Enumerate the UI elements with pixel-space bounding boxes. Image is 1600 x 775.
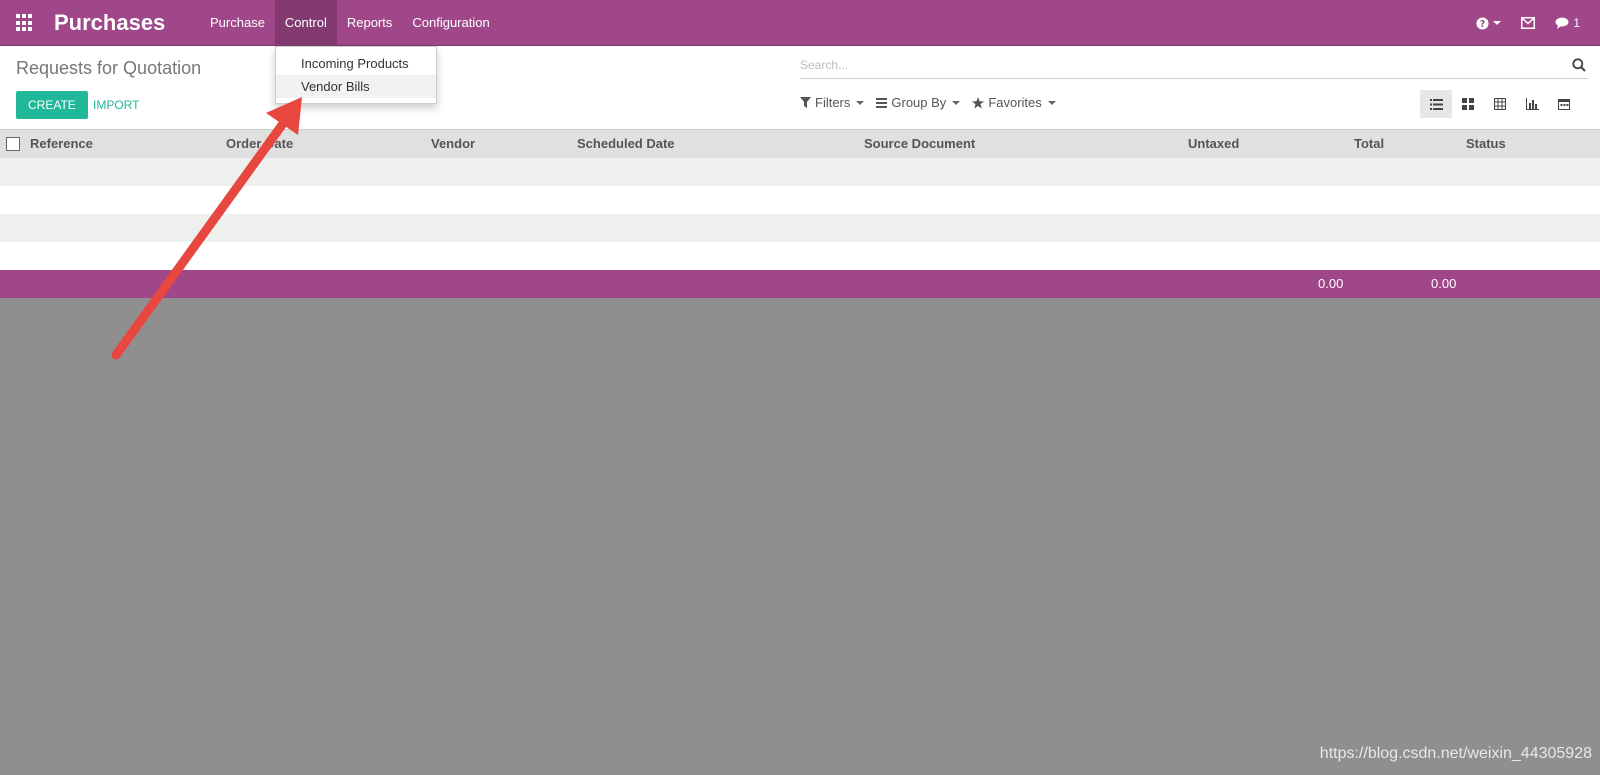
table-row <box>0 242 1600 270</box>
chevron-down-icon <box>952 100 961 105</box>
search-icon[interactable] <box>1572 58 1586 72</box>
column-header[interactable]: Source Document <box>864 130 975 158</box>
control-dropdown-menu: Incoming Products Vendor Bills <box>275 46 437 104</box>
calendar-view-button[interactable] <box>1548 90 1580 118</box>
table-row <box>0 214 1600 242</box>
comment-icon <box>1555 17 1569 29</box>
pivot-view-button[interactable] <box>1484 90 1516 118</box>
search-input[interactable] <box>800 54 1540 76</box>
menu-item-vendor-bills[interactable]: Vendor Bills <box>276 75 436 98</box>
pivot-icon <box>1494 98 1506 110</box>
graph-icon <box>1525 98 1539 110</box>
untaxed-total: 0.00 <box>1318 276 1344 291</box>
create-button[interactable]: CREATE <box>16 91 88 119</box>
calendar-icon <box>1558 99 1570 110</box>
groupby-label: Group By <box>891 95 947 110</box>
list-table: Reference Order Date Vendor Scheduled Da… <box>0 130 1600 298</box>
menu-item-reports[interactable]: Reports <box>337 0 403 46</box>
select-all-checkbox[interactable] <box>6 137 20 151</box>
filters-label: Filters <box>815 95 851 110</box>
column-header[interactable]: Reference <box>30 130 93 158</box>
favorites-label: Favorites <box>988 95 1042 110</box>
envelope-icon <box>1521 17 1536 29</box>
page-title: Requests for Quotation <box>16 58 202 78</box>
column-header[interactable]: Order Date <box>226 130 293 158</box>
chevron-down-icon <box>1047 100 1056 105</box>
menu-item-incoming-products[interactable]: Incoming Products <box>276 52 436 75</box>
filters-dropdown[interactable]: Filters <box>800 95 865 110</box>
column-header[interactable]: Total <box>1354 130 1384 158</box>
favorites-dropdown[interactable]: Favorites <box>972 95 1056 110</box>
messages-button[interactable] <box>1521 17 1536 29</box>
table-footer-totals: 0.00 0.00 <box>0 270 1600 298</box>
help-menu[interactable]: ? <box>1476 16 1502 30</box>
app-brand: Purchases <box>54 10 166 35</box>
grand-total: 0.00 <box>1431 276 1457 291</box>
column-header[interactable]: Untaxed <box>1188 130 1239 158</box>
menu-item-configuration[interactable]: Configuration <box>402 0 499 46</box>
star-icon <box>972 96 985 108</box>
table-row <box>0 186 1600 214</box>
table-header: Reference Order Date Vendor Scheduled Da… <box>0 130 1600 158</box>
column-header[interactable]: Status <box>1466 130 1506 158</box>
groupby-dropdown[interactable]: Group By <box>876 95 961 110</box>
top-navbar: Purchases Purchase Control Reports Confi… <box>0 0 1600 46</box>
watermark-text: https://blog.csdn.net/weixin_44305928 <box>1319 745 1592 762</box>
menu-item-control[interactable]: Control <box>274 0 337 46</box>
chevron-down-icon <box>1493 21 1502 25</box>
import-button[interactable]: IMPORT <box>93 91 139 119</box>
main-menu: Purchase Control Reports Configuration <box>200 0 500 46</box>
filter-icon <box>800 97 811 108</box>
apps-grid-icon[interactable] <box>16 14 34 32</box>
kanban-view-button[interactable] <box>1452 90 1484 118</box>
chevron-down-icon <box>856 100 865 105</box>
list-icon <box>1429 98 1443 110</box>
svg-text:?: ? <box>1480 19 1485 30</box>
view-switcher <box>1420 90 1580 118</box>
kanban-icon <box>1462 98 1474 110</box>
menu-item-purchase[interactable]: Purchase <box>200 0 275 46</box>
bars-icon <box>876 97 888 108</box>
chat-count: 1 <box>1573 16 1580 30</box>
navbar-systray: ? 1 <box>1476 0 1580 46</box>
table-row <box>0 158 1600 186</box>
graph-view-button[interactable] <box>1516 90 1548 118</box>
question-circle-icon: ? <box>1476 16 1489 30</box>
control-panel: Requests for Quotation CREATE IMPORT Fil… <box>0 46 1600 130</box>
list-view-button[interactable] <box>1420 90 1452 118</box>
chat-button[interactable]: 1 <box>1555 16 1580 30</box>
search-bar <box>800 54 1588 79</box>
search-options: Filters Group By Favorites <box>800 95 1056 110</box>
column-header[interactable]: Vendor <box>431 130 475 158</box>
column-header[interactable]: Scheduled Date <box>577 130 675 158</box>
